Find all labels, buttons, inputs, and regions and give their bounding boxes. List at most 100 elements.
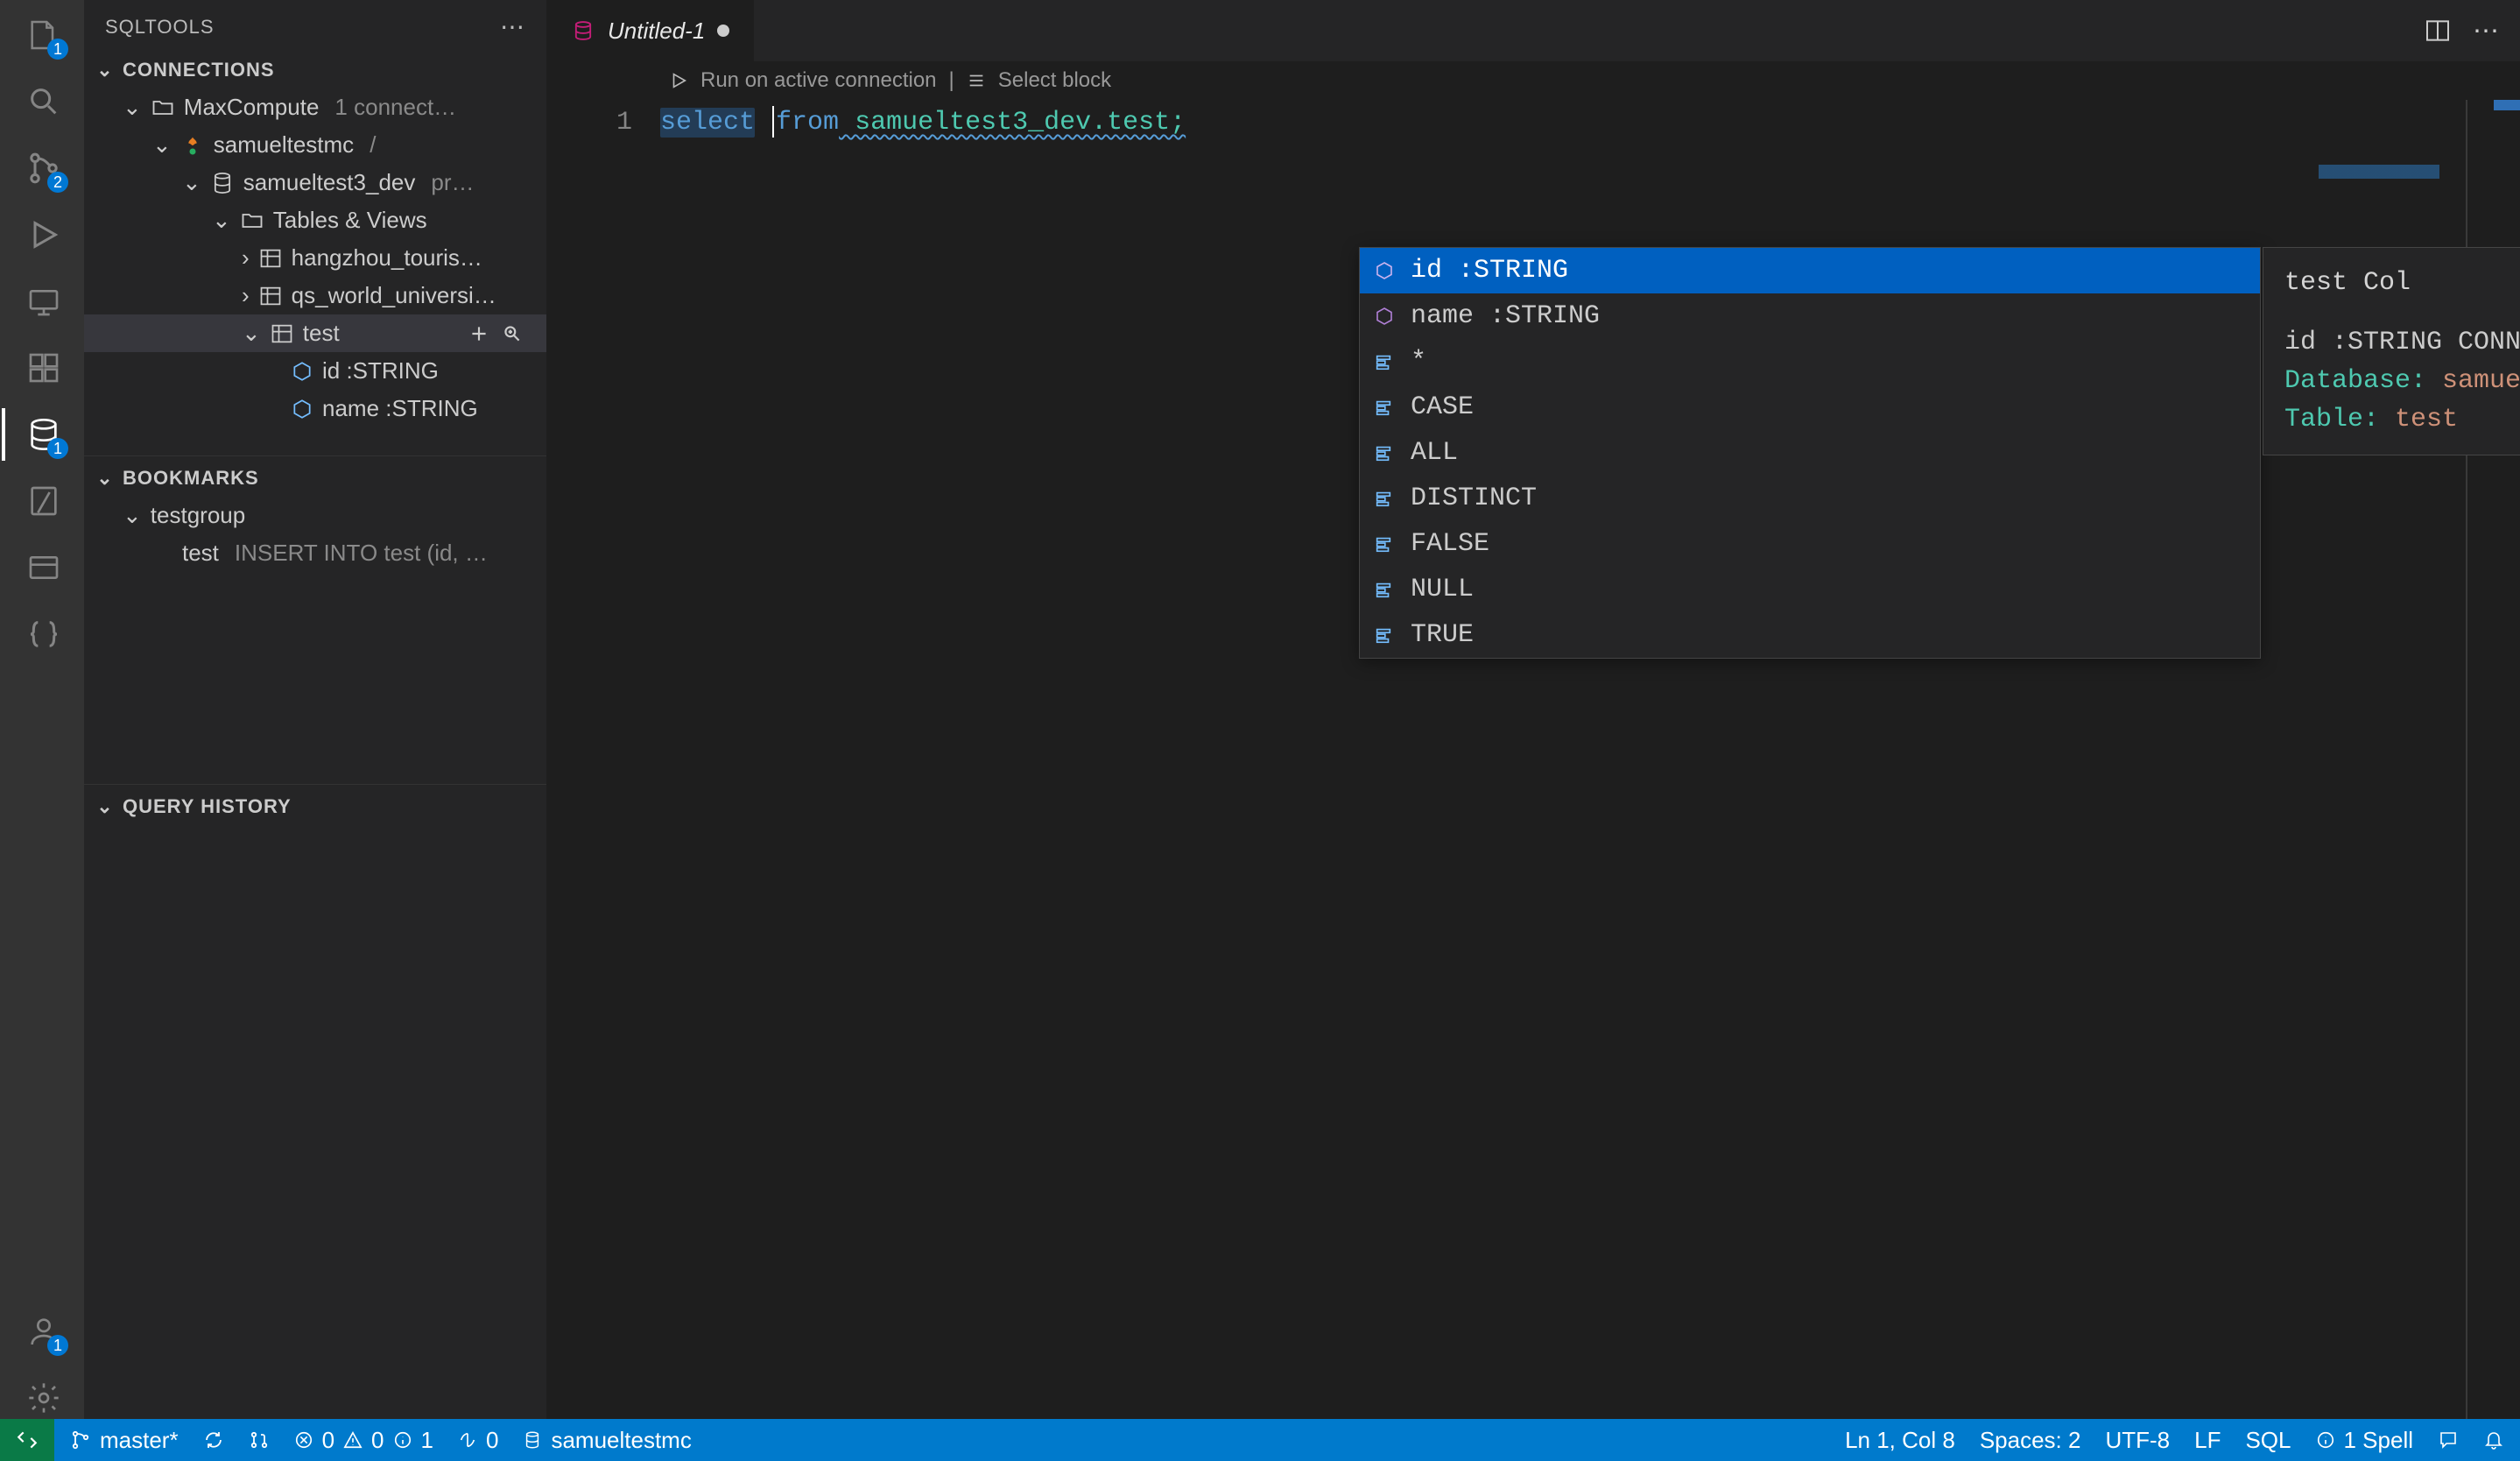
status-bell-icon[interactable] — [2483, 1429, 2504, 1450]
tree-connection[interactable]: ⌄ MaxCompute 1 connect… — [84, 88, 546, 126]
status-lang[interactable]: SQL — [2245, 1427, 2291, 1454]
tab-untitled[interactable]: Untitled-1 — [546, 0, 754, 61]
tree-table[interactable]: › qs_world_universi… — [84, 277, 546, 314]
editor-overflow-icon[interactable]: ⋯ — [2473, 16, 2499, 46]
minimap-overview — [2319, 165, 2520, 179]
gutter: 1 — [546, 100, 660, 1419]
section-connections[interactable]: ⌄ CONNECTIONS — [84, 53, 546, 87]
chevron-down-icon: ⌄ — [152, 131, 172, 159]
suggest-item[interactable]: ALL — [1360, 430, 2260, 476]
suggest-label: TRUE — [1411, 616, 1474, 654]
connection-count: 1 connect… — [334, 94, 456, 121]
connection-name: MaxCompute — [184, 94, 320, 121]
status-connection[interactable]: samueltestmc — [523, 1427, 691, 1454]
bookmark-bar-icon[interactable] — [23, 547, 65, 589]
status-pr[interactable] — [249, 1429, 270, 1450]
section-bookmarks[interactable]: ⌄ BOOKMARKS — [84, 455, 546, 495]
chevron-right-icon: › — [242, 244, 250, 272]
tab-title: Untitled-1 — [608, 18, 705, 45]
suggest-item[interactable]: name :STRING — [1360, 293, 2260, 339]
suggest-item[interactable]: id :STRING — [1360, 248, 2260, 293]
search-icon[interactable] — [23, 81, 65, 123]
tree-table[interactable]: › hangzhou_touris… — [84, 239, 546, 277]
section-history-label: QUERY HISTORY — [123, 795, 292, 818]
status-eol[interactable]: LF — [2194, 1427, 2221, 1454]
extensions-icon[interactable] — [23, 347, 65, 389]
split-editor-icon[interactable] — [2424, 17, 2452, 45]
sidebar-title: SQLTOOLS — [105, 16, 215, 39]
suggest-label: id :STRING — [1411, 251, 1568, 290]
settings-gear-icon[interactable] — [23, 1377, 65, 1419]
suggest-label: name :STRING — [1411, 297, 1600, 335]
column-icon — [291, 398, 313, 420]
run-debug-icon[interactable] — [23, 214, 65, 256]
info-count: 1 — [421, 1427, 433, 1454]
status-spaces[interactable]: Spaces: 2 — [1980, 1427, 2081, 1454]
keyword-icon — [1374, 580, 1398, 599]
tree-column[interactable]: id :STRING — [84, 352, 546, 390]
tree-schema-root[interactable]: ⌄ samueltestmc / — [84, 126, 546, 164]
tree-schema[interactable]: ⌄ samueltest3_dev pr… — [84, 164, 546, 201]
bookmark-group[interactable]: ⌄ testgroup — [84, 497, 546, 534]
suggest-label: NULL — [1411, 570, 1474, 609]
detail-tbl-val: test — [2395, 405, 2458, 434]
status-spell[interactable]: 1 Spell — [2316, 1427, 2414, 1454]
section-connections-label: CONNECTIONS — [123, 59, 275, 81]
status-sync[interactable] — [203, 1429, 224, 1450]
suggest-item[interactable]: TRUE — [1360, 612, 2260, 658]
minimap[interactable] — [2494, 100, 2520, 110]
tree-table-test[interactable]: ⌄ test — [84, 314, 546, 352]
status-branch[interactable]: master* — [70, 1427, 179, 1454]
suggest-item[interactable]: * — [1360, 339, 2260, 385]
code-body[interactable]: 1 select from samueltest3_dev.test; id :… — [546, 100, 2520, 1419]
status-ports[interactable]: 0 — [458, 1427, 498, 1454]
table-name: hangzhou_touris… — [292, 244, 482, 272]
source-control-icon[interactable]: 2 — [23, 147, 65, 189]
sqltools-icon[interactable]: 1 — [23, 413, 65, 455]
accounts-icon[interactable]: 1 — [23, 1310, 65, 1352]
select-block-label[interactable]: Select block — [998, 68, 1111, 93]
bookmark-item[interactable]: test INSERT INTO test (id, … — [84, 534, 546, 572]
suggest-item[interactable]: CASE — [1360, 385, 2260, 430]
schema-suffix: pr… — [431, 169, 474, 196]
status-bar: master* 0 0 1 0 samueltestmc Ln 1, Col 8… — [0, 1419, 2520, 1461]
run-icon[interactable] — [669, 71, 688, 90]
sidebar-overflow-icon[interactable]: ⋯ — [500, 12, 525, 41]
code-line-1[interactable]: select from samueltest3_dev.test; — [660, 100, 1186, 1419]
explorer-icon[interactable]: 1 — [23, 14, 65, 56]
run-label[interactable]: Run on active connection — [700, 68, 937, 93]
tree-column[interactable]: name :STRING — [84, 390, 546, 427]
scm-badge: 2 — [47, 172, 68, 193]
status-cursor[interactable]: Ln 1, Col 8 — [1845, 1427, 1955, 1454]
section-history[interactable]: ⌄ QUERY HISTORY — [84, 784, 546, 823]
table-icon — [258, 284, 283, 308]
chevron-down-icon: ⌄ — [212, 207, 231, 234]
suggest-label: DISTINCT — [1411, 479, 1537, 518]
status-problems[interactable]: 0 0 1 — [294, 1427, 433, 1454]
suggest-item[interactable]: DISTINCT — [1360, 476, 2260, 521]
magnify-icon[interactable] — [501, 322, 524, 345]
table-icon — [270, 321, 294, 346]
status-feedback-icon[interactable] — [2438, 1429, 2459, 1450]
schema-root-name: samueltestmc — [214, 131, 354, 159]
tree-tables-views[interactable]: ⌄ Tables & Views — [84, 201, 546, 239]
suggest-item[interactable]: NULL — [1360, 567, 2260, 612]
suggest-widget[interactable]: id :STRING name :STRING * — [1359, 247, 2261, 659]
section-bookmarks-label: BOOKMARKS — [123, 467, 259, 490]
status-encoding[interactable]: UTF-8 — [2105, 1427, 2170, 1454]
remote-explorer-icon[interactable] — [23, 280, 65, 322]
sqltools-badge: 1 — [47, 438, 68, 459]
add-icon[interactable] — [468, 322, 490, 345]
chevron-down-icon: ⌄ — [182, 169, 201, 196]
bracket-icon[interactable] — [23, 613, 65, 655]
keyword-icon — [1374, 352, 1398, 371]
folder-icon — [240, 208, 264, 233]
sql-file-icon — [571, 18, 595, 43]
notebook-icon[interactable] — [23, 480, 65, 522]
suggest-item[interactable]: FALSE — [1360, 521, 2260, 567]
remote-indicator[interactable] — [0, 1419, 54, 1461]
field-icon — [1374, 306, 1398, 327]
chevron-down-icon: ⌄ — [95, 795, 116, 818]
bookmark-item-sql: INSERT INTO test (id, … — [235, 540, 488, 567]
column-label: name :STRING — [322, 395, 478, 422]
